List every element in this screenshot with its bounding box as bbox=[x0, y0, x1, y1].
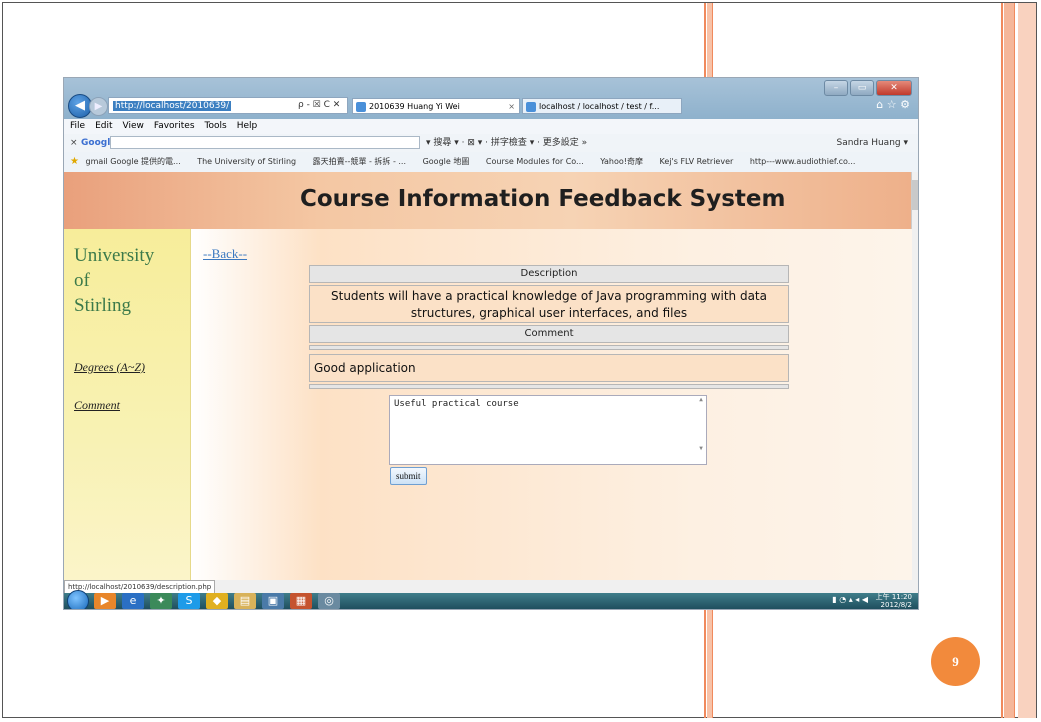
tab-close-icon[interactable]: × bbox=[508, 99, 515, 115]
media-player-icon[interactable]: ▶ bbox=[94, 593, 116, 609]
browser-titlebar: – ▭ ✕ ◀ ▶ http://localhost/2010639/ ρ - … bbox=[64, 78, 918, 119]
tab-label: 2010639 Huang Yi Wei bbox=[369, 102, 460, 111]
clock-date: 2012/8/2 bbox=[880, 601, 912, 609]
skype-icon[interactable]: S bbox=[178, 593, 200, 609]
sidebar-link-comment[interactable]: Comment bbox=[74, 398, 120, 413]
taskbar-icons: ▶ e ✦ S ◆ ▤ ▣ ▦ ◎ bbox=[94, 593, 340, 609]
page-icon bbox=[356, 102, 366, 112]
taskbar: ▶ e ✦ S ◆ ▤ ▣ ▦ ◎ ▮ ◔ ▴ ◂ ◀ 上午 11:20 201… bbox=[64, 590, 918, 609]
app-icon[interactable]: ◎ bbox=[318, 593, 340, 609]
favorite-link[interactable]: Google 地圖 bbox=[423, 157, 470, 166]
decor-stripe bbox=[1018, 3, 1036, 718]
address-tools[interactable]: ρ - ☒ C ✕ bbox=[298, 97, 340, 114]
university-line: University bbox=[74, 245, 155, 266]
comment-header: Comment bbox=[309, 325, 789, 343]
comment-text: Good application bbox=[309, 354, 789, 382]
browser-tab[interactable]: 2010639 Huang Yi Wei × bbox=[352, 98, 520, 114]
textarea-value: Useful practical course bbox=[394, 399, 519, 409]
main-content: --Back-- Description Students will have … bbox=[191, 229, 912, 580]
folder-icon[interactable]: ▤ bbox=[234, 593, 256, 609]
browser-tab[interactable]: localhost / localhost / test / f... bbox=[522, 98, 682, 114]
maximize-icon[interactable]: ▭ bbox=[850, 80, 874, 96]
slide: – ▭ ✕ ◀ ▶ http://localhost/2010639/ ρ - … bbox=[0, 0, 1041, 722]
toolbar-close-icon[interactable]: × bbox=[70, 134, 78, 152]
favorite-link[interactable]: 露天拍賣--競單 - 拆拆 - ... bbox=[313, 157, 406, 166]
clock[interactable]: 上午 11:20 2012/8/2 bbox=[876, 593, 912, 609]
menu-help[interactable]: Help bbox=[237, 121, 258, 131]
site-banner: Course Information Feedback System bbox=[64, 172, 912, 229]
university-name: University of Stirling bbox=[74, 243, 154, 318]
page-scrollbar[interactable] bbox=[911, 172, 918, 580]
menu-favorites[interactable]: Favorites bbox=[154, 121, 195, 131]
messenger-icon[interactable]: ✦ bbox=[150, 593, 172, 609]
back-link[interactable]: --Back-- bbox=[203, 246, 247, 262]
browser-screenshot: – ▭ ✕ ◀ ▶ http://localhost/2010639/ ρ - … bbox=[64, 78, 918, 609]
menu-file[interactable]: File bbox=[70, 121, 85, 131]
menu-view[interactable]: View bbox=[123, 121, 144, 131]
user-account[interactable]: Sandra Huang ▾ bbox=[836, 134, 908, 152]
university-line: of bbox=[74, 270, 90, 291]
internet-explorer-icon[interactable]: e bbox=[122, 593, 144, 609]
app-icon[interactable]: ▣ bbox=[262, 593, 284, 609]
home-star-gear-icons[interactable]: ⌂ ☆ ⚙ bbox=[876, 98, 910, 111]
menu-edit[interactable]: Edit bbox=[95, 121, 112, 131]
tab-label: localhost / localhost / test / f... bbox=[539, 102, 660, 111]
google-tools[interactable]: ▾ 搜尋 ▾ · ⊠ ▾ · 拼字檢查 ▾ · 更多設定 » bbox=[426, 134, 587, 152]
favorite-link[interactable]: gmail Google 提供的電... bbox=[86, 157, 181, 166]
powerpoint-icon[interactable]: ▦ bbox=[290, 593, 312, 609]
decor-stripe bbox=[1014, 3, 1015, 718]
google-search-input[interactable] bbox=[110, 136, 420, 149]
sidebar: University of Stirling Degrees (A~Z) Com… bbox=[64, 229, 191, 580]
scrollbar-thumb[interactable] bbox=[912, 180, 918, 210]
favorite-link[interactable]: Kej's FLV Retriever bbox=[660, 157, 734, 166]
start-button[interactable] bbox=[67, 590, 89, 609]
status-url: http://localhost/2010639/description.php bbox=[64, 580, 216, 594]
clock-time: 上午 11:20 bbox=[875, 593, 912, 601]
decor-stripe bbox=[1004, 3, 1014, 718]
textarea-scrollbar[interactable]: ▲ ▼ bbox=[696, 396, 706, 464]
university-line: Stirling bbox=[74, 295, 132, 316]
google-toolbar: × Google ▾ 搜尋 ▾ · ⊠ ▾ · 拼字檢查 ▾ · 更多設定 » … bbox=[64, 134, 918, 153]
favorites-bar: ★ gmail Google 提供的電... The University of… bbox=[64, 152, 918, 173]
address-text: http://localhost/2010639/ bbox=[113, 101, 232, 111]
favorites-star-icon[interactable]: ★ bbox=[70, 156, 79, 167]
favorite-link[interactable]: http---www.audiothief.co... bbox=[750, 157, 856, 166]
separator bbox=[309, 384, 789, 389]
menu-tools[interactable]: Tools bbox=[205, 121, 227, 131]
system-tray-icons[interactable]: ▮ ◔ ▴ ◂ ◀ bbox=[832, 595, 868, 604]
page-title: Course Information Feedback System bbox=[300, 186, 786, 212]
favorite-link[interactable]: The University of Stirling bbox=[197, 157, 296, 166]
page-icon bbox=[526, 102, 536, 112]
window-controls: – ▭ ✕ bbox=[824, 80, 912, 96]
submit-button[interactable]: submit bbox=[390, 467, 427, 485]
minimize-icon[interactable]: – bbox=[824, 80, 848, 96]
description-header: Description bbox=[309, 265, 789, 283]
close-icon[interactable]: ✕ bbox=[876, 80, 912, 96]
comment-textarea[interactable]: Useful practical course ▲ ▼ bbox=[389, 395, 707, 465]
app-icon[interactable]: ◆ bbox=[206, 593, 228, 609]
menu-bar: File Edit View Favorites Tools Help bbox=[64, 119, 918, 134]
favorite-link[interactable]: Yahoo!奇摩 bbox=[600, 157, 643, 166]
slide-page-number: 9 bbox=[931, 637, 980, 686]
web-page: Course Information Feedback System Unive… bbox=[64, 172, 918, 580]
forward-arrow-icon[interactable]: ▶ bbox=[89, 97, 108, 116]
status-bar: http://localhost/2010639/description.php bbox=[64, 580, 918, 594]
separator bbox=[309, 345, 789, 350]
sidebar-link-degrees[interactable]: Degrees (A~Z) bbox=[74, 360, 145, 375]
description-text: Students will have a practical knowledge… bbox=[309, 285, 789, 323]
favorite-link[interactable]: Course Modules for Co... bbox=[486, 157, 584, 166]
decor-stripe bbox=[1001, 3, 1003, 718]
